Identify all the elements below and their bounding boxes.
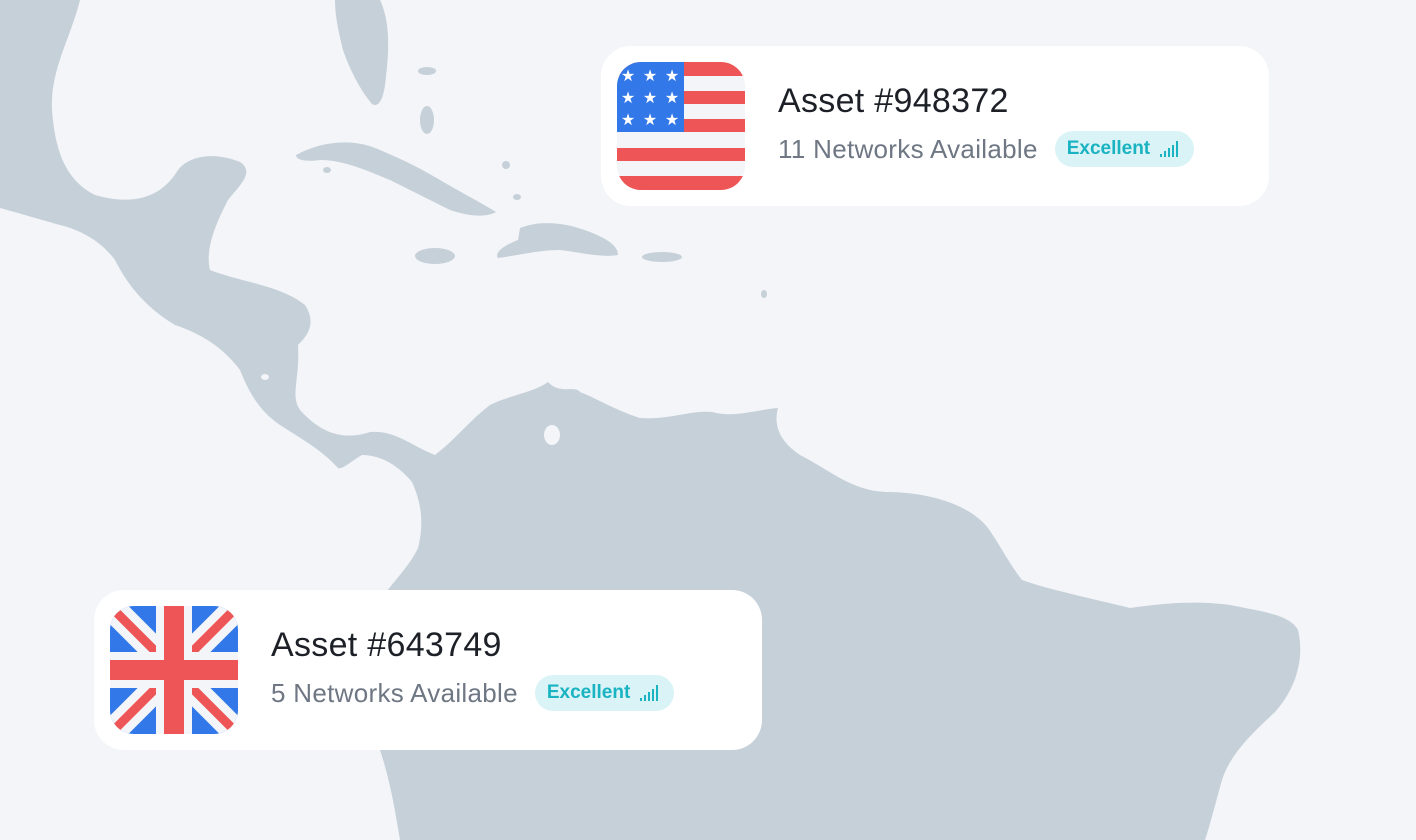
land-florida bbox=[335, 0, 389, 106]
land-cuba bbox=[296, 142, 496, 216]
svg-text:★: ★ bbox=[643, 66, 657, 85]
asset-info: Asset #948372 11 Networks Available Exce… bbox=[778, 82, 1195, 167]
svg-text:★: ★ bbox=[665, 110, 679, 129]
quality-badge: Excellent bbox=[1054, 131, 1195, 167]
networks-count: 5 Networks Available bbox=[271, 678, 518, 708]
us-flag-icon: ★ ★ ★ ★ ★ ★ ★ ★ ★ bbox=[617, 62, 745, 190]
asset-card[interactable]: Asset #643749 5 Networks Available Excel… bbox=[94, 590, 762, 750]
asset-title: Asset #643749 bbox=[271, 626, 502, 664]
lake bbox=[261, 374, 269, 380]
asset-card[interactable]: ★ ★ ★ ★ ★ ★ ★ ★ ★ Asset #948372 11 Networks Av… bbox=[601, 46, 1269, 206]
land-hispaniola bbox=[497, 223, 618, 258]
networks-count: 11 Networks Available bbox=[778, 134, 1038, 164]
quality-badge: Excellent bbox=[534, 675, 675, 711]
land-island bbox=[502, 161, 510, 169]
asset-subtitle-row: 5 Networks Available Excellent bbox=[271, 675, 675, 711]
svg-text:★: ★ bbox=[643, 110, 657, 129]
land-island bbox=[418, 67, 436, 75]
signal-bars-icon bbox=[640, 685, 659, 701]
quality-badge-label: Excellent bbox=[1066, 138, 1151, 159]
land-puerto-rico bbox=[642, 252, 682, 262]
land-island bbox=[323, 167, 331, 173]
svg-text:★: ★ bbox=[621, 110, 635, 129]
quality-badge-label: Excellent bbox=[546, 682, 631, 703]
land-island bbox=[513, 194, 521, 200]
svg-text:★: ★ bbox=[621, 66, 635, 85]
land-jamaica bbox=[415, 248, 455, 264]
land-island bbox=[761, 290, 767, 298]
signal-bars-icon bbox=[1160, 141, 1179, 157]
svg-text:★: ★ bbox=[665, 88, 679, 107]
land-island bbox=[420, 106, 434, 134]
asset-title: Asset #948372 bbox=[778, 82, 1009, 120]
svg-text:★: ★ bbox=[643, 88, 657, 107]
lake bbox=[544, 425, 560, 445]
svg-text:★: ★ bbox=[621, 88, 635, 107]
asset-subtitle-row: 11 Networks Available Excellent bbox=[778, 131, 1195, 167]
svg-text:★: ★ bbox=[665, 66, 679, 85]
map-view: ★ ★ ★ ★ ★ ★ ★ ★ ★ Asset #948372 11 Networks Av… bbox=[0, 0, 1416, 840]
uk-flag-icon bbox=[110, 606, 238, 734]
asset-info: Asset #643749 5 Networks Available Excel… bbox=[271, 626, 675, 711]
